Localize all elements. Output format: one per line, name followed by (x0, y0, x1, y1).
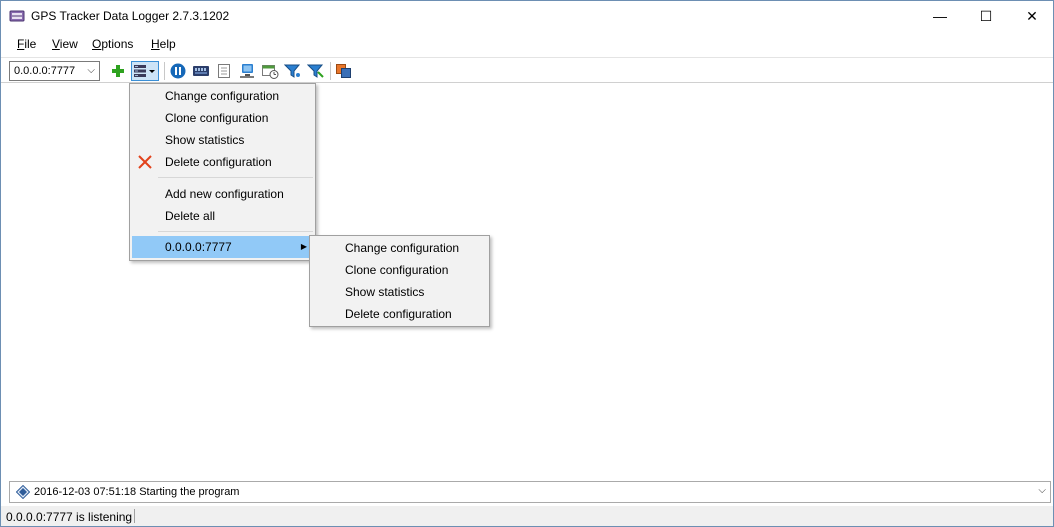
menu-item-clone-configuration[interactable]: Clone configuration (132, 107, 313, 129)
delete-icon (138, 155, 152, 169)
title-bar: GPS Tracker Data Logger 2.7.3.1202 — ☐ ✕ (1, 1, 1053, 31)
menu-item-delete-configuration[interactable]: Delete configuration (132, 151, 313, 173)
menu-item-delete-all[interactable]: Delete all (132, 205, 313, 227)
configuration-select[interactable]: 0.0.0.0:7777 ⌵ (9, 61, 100, 81)
menu-view[interactable]: View (52, 37, 78, 51)
computer-icon (240, 64, 254, 78)
submenu-item-change-configuration[interactable]: Change configuration (312, 237, 487, 259)
menu-item-show-statistics[interactable]: Show statistics (132, 129, 313, 151)
status-separator (134, 509, 135, 523)
menu-item-label: Add new configuration (165, 187, 284, 201)
menu-view-label: iew (59, 37, 78, 51)
menu-view-accel: V (52, 37, 60, 51)
maximize-button[interactable]: ☐ (963, 1, 1009, 31)
app-window: GPS Tracker Data Logger 2.7.3.1202 — ☐ ✕… (0, 0, 1054, 527)
menu-options-accel: O (92, 37, 102, 51)
copy-button[interactable] (334, 61, 354, 81)
minimize-button[interactable]: — (917, 1, 963, 31)
menu-help[interactable]: Help (151, 37, 176, 51)
filter-edit-icon (307, 64, 324, 78)
chevron-down-icon: ⌵ (87, 65, 95, 76)
configurations-menu-button[interactable] (131, 61, 159, 81)
configurations-context-menu: Change configuration Clone configuration… (129, 83, 316, 261)
status-text: 0.0.0.0:7777 is listening (6, 510, 133, 524)
window-title: GPS Tracker Data Logger 2.7.3.1202 (31, 9, 230, 23)
menu-help-accel: H (151, 37, 160, 51)
menu-item-label: Show statistics (165, 133, 245, 147)
configurations-menu-icon (134, 65, 155, 77)
document-icon (218, 64, 230, 78)
submenu-item-delete-configuration[interactable]: Delete configuration (312, 303, 487, 325)
menu-item-label: Delete all (165, 209, 216, 223)
schedule-button[interactable] (260, 61, 280, 81)
submenu-item-show-statistics[interactable]: Show statistics (312, 281, 487, 303)
menu-item-label: 0.0.0.0:7777 (165, 240, 232, 254)
menu-item-label: Delete configuration (165, 155, 272, 169)
configuration-select-value: 0.0.0.0:7777 (14, 65, 76, 77)
menu-separator (158, 231, 313, 232)
menu-item-label: Change configuration (165, 89, 280, 103)
filter-edit-button[interactable] (306, 61, 326, 81)
submenu-item-clone-configuration[interactable]: Clone configuration (312, 259, 487, 281)
pause-icon (170, 63, 186, 79)
schedule-icon (262, 65, 279, 79)
chevron-down-icon: ⌵ (1038, 485, 1046, 496)
port-monitor-icon (193, 66, 209, 76)
menu-file-label: ile (24, 37, 37, 51)
toolbar-separator (330, 62, 331, 80)
menu-item-label: Change configuration (345, 241, 460, 255)
menu-item-add-new-configuration[interactable]: Add new configuration (132, 183, 313, 205)
menu-help-label: elp (159, 37, 176, 51)
filter-button[interactable] (283, 61, 303, 81)
menu-file[interactable]: File (17, 37, 36, 51)
add-configuration-button[interactable] (108, 61, 128, 81)
log-combo[interactable]: 2016-12-03 07:51:18 Starting the program… (9, 481, 1051, 503)
menu-item-label: Show statistics (345, 285, 425, 299)
port-monitor-button[interactable] (191, 61, 211, 81)
menu-item-change-configuration[interactable]: Change configuration (132, 85, 313, 107)
chevron-right-icon: ▶ (300, 242, 307, 251)
copy-icon (336, 64, 351, 78)
toolbar-separator (164, 62, 165, 80)
filter-icon (284, 64, 301, 78)
close-button[interactable]: ✕ (1009, 1, 1054, 31)
log-message: 2016-12-03 07:51:18 Starting the program (34, 486, 240, 498)
toolbar: 0.0.0.0:7777 ⌵ (1, 57, 1053, 83)
add-icon (112, 65, 124, 77)
status-bar: 0.0.0.0:7777 is listening (1, 506, 1053, 526)
menu-separator (158, 177, 313, 178)
pause-button[interactable] (168, 61, 188, 81)
app-logo-icon (9, 10, 25, 22)
menu-item-label: Delete configuration (345, 307, 452, 321)
menu-item-label: Clone configuration (165, 111, 269, 125)
computer-button[interactable] (237, 61, 257, 81)
menu-options-label: ptions (101, 37, 134, 51)
menu-bar: File View Options Help (1, 33, 1053, 55)
info-diamond-icon (16, 485, 30, 499)
menu-options[interactable]: Options (92, 37, 133, 51)
configuration-submenu: Change configuration Clone configuration… (309, 235, 490, 327)
document-button[interactable] (214, 61, 234, 81)
menu-item-configuration-submenu[interactable]: 0.0.0.0:7777 ▶ (132, 236, 313, 258)
menu-item-label: Clone configuration (345, 263, 449, 277)
